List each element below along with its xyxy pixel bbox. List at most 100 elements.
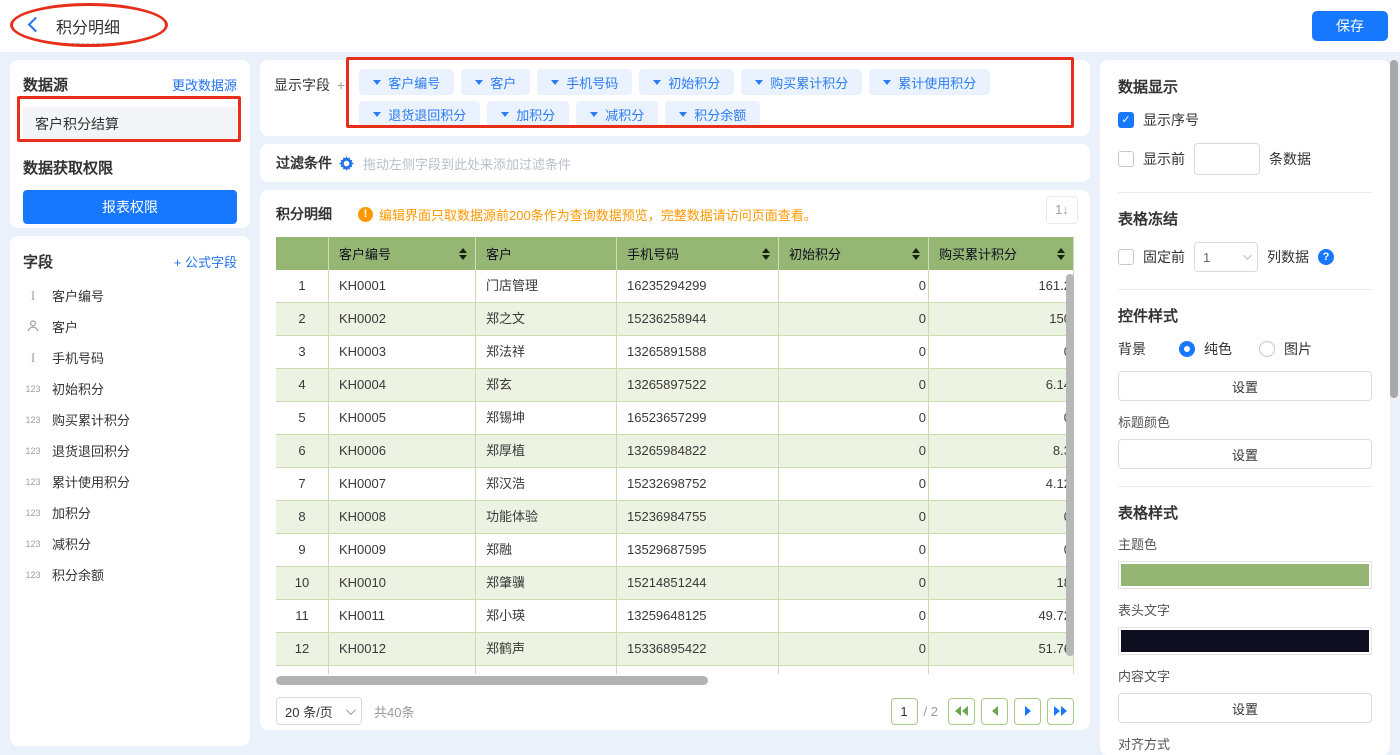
table-cell: 0 xyxy=(779,435,929,468)
top-bar: 积分明细 保存 xyxy=(0,0,1400,52)
next-page-button[interactable] xyxy=(1014,698,1041,725)
table-row[interactable]: 7KH0007郑汉浩1523269875204.12 xyxy=(276,468,1074,501)
first-page-button[interactable] xyxy=(948,698,975,725)
table-cell: 6.14 xyxy=(929,369,1074,402)
change-datasource-link[interactable]: 更改数据源 xyxy=(172,75,237,94)
display-field-chip[interactable]: 退货退回积分 xyxy=(359,101,480,127)
table-cell: KH0003 xyxy=(329,336,476,369)
theme-color-swatch[interactable] xyxy=(1118,561,1372,589)
table-cell: 16523657299 xyxy=(617,402,779,435)
display-field-chip[interactable]: 购买累计积分 xyxy=(741,69,862,95)
page-title: 积分明细 xyxy=(56,14,120,44)
table-row[interactable]: 6KH0006郑厚植1326598482208.3 xyxy=(276,435,1074,468)
table-vertical-scrollbar[interactable] xyxy=(1066,274,1074,656)
table-row[interactable]: 8KH0008功能体验1523698475500 xyxy=(276,501,1074,534)
table-cell: 161.2 xyxy=(929,270,1074,303)
table-horizontal-scrollbar[interactable] xyxy=(276,676,708,685)
table-cell: 郑融 xyxy=(476,534,617,567)
table-cell: KH0012 xyxy=(329,633,476,666)
title-color-set-button[interactable]: 设置 xyxy=(1118,439,1372,469)
image-radio[interactable] xyxy=(1259,341,1275,357)
last-page-button[interactable] xyxy=(1047,698,1074,725)
solid-color-radio[interactable] xyxy=(1179,341,1195,357)
show-first-checkbox[interactable] xyxy=(1118,151,1134,167)
add-formula-field-link[interactable]: + 公式字段 xyxy=(174,252,237,271)
table-cell: 郑厚植 xyxy=(476,435,617,468)
column-header[interactable]: 客户编号 xyxy=(329,237,476,270)
datasource-item[interactable]: 客户积分结算 xyxy=(23,107,237,141)
table-cell xyxy=(617,666,779,674)
column-header[interactable]: 手机号码 xyxy=(617,237,779,270)
display-field-chip[interactable]: 初始积分 xyxy=(639,69,734,95)
fix-columns-checkbox[interactable] xyxy=(1118,249,1134,265)
display-field-chip[interactable]: 累计使用积分 xyxy=(869,69,990,95)
table-header-row: 客户编号客户手机号码初始积分购买累计积分 xyxy=(276,237,1074,270)
permission-heading: 数据获取权限 xyxy=(23,157,237,178)
column-header[interactable]: 购买累计积分 xyxy=(929,237,1074,270)
field-item[interactable]: 客户 xyxy=(23,311,237,342)
header-text-swatch[interactable] xyxy=(1118,627,1372,655)
show-first-count-input[interactable] xyxy=(1194,143,1260,175)
report-permission-button[interactable]: 报表权限 xyxy=(23,190,237,224)
table-cell: 郑汉浩 xyxy=(476,468,617,501)
sort-icon[interactable] xyxy=(1057,248,1065,260)
page-size-select[interactable]: 20 条/页 xyxy=(276,697,362,725)
table-row[interactable]: 12KH0012郑鹤声15336895422051.76 xyxy=(276,633,1074,666)
sort-icon[interactable] xyxy=(912,248,920,260)
display-field-chip[interactable]: 客户编号 xyxy=(359,69,454,95)
field-item[interactable]: 123累计使用积分 xyxy=(23,466,237,497)
number-field-icon: 123 xyxy=(23,539,43,549)
field-label: 累计使用积分 xyxy=(52,472,130,491)
background-set-button[interactable]: 设置 xyxy=(1118,371,1372,401)
table-row[interactable]: 11KH0011郑小瑛13259648125049.72 xyxy=(276,600,1074,633)
chevron-down-icon xyxy=(755,80,763,85)
table-row[interactable]: 2KH0002郑之文152362589440150 xyxy=(276,303,1074,336)
back-icon[interactable] xyxy=(28,17,44,33)
fields-panel: 字段 + 公式字段 I客户编号客户I手机号码123初始积分123购买累计积分12… xyxy=(10,236,250,746)
table-cell: 13259648125 xyxy=(617,600,779,633)
table-row[interactable]: 9KH0009郑融1352968759500 xyxy=(276,534,1074,567)
table-cell xyxy=(329,666,476,674)
field-item[interactable]: I客户编号 xyxy=(23,280,237,311)
add-display-field-button[interactable]: + xyxy=(337,77,345,93)
window-scrollbar[interactable] xyxy=(1390,60,1398,398)
table-cell: KH0008 xyxy=(329,501,476,534)
field-item[interactable]: 123积分余额 xyxy=(23,559,237,590)
prev-page-button[interactable] xyxy=(981,698,1008,725)
table-row[interactable]: 4KH0004郑玄1326589752206.14 xyxy=(276,369,1074,402)
table-row[interactable]: 3KH0003郑法祥1326589158800 xyxy=(276,336,1074,369)
header-text-label: 表头文字 xyxy=(1118,600,1372,619)
column-header[interactable]: 初始积分 xyxy=(779,237,929,270)
display-field-chip[interactable]: 手机号码 xyxy=(537,69,632,95)
fix-count-select[interactable]: 1 xyxy=(1194,242,1258,272)
field-item[interactable]: 123减积分 xyxy=(23,528,237,559)
table-cell: KH0011 xyxy=(329,600,476,633)
field-item[interactable]: 123退货退回积分 xyxy=(23,435,237,466)
field-item[interactable]: 123加积分 xyxy=(23,497,237,528)
sort-icon[interactable] xyxy=(459,248,467,260)
display-field-chip[interactable]: 积分余额 xyxy=(665,101,760,127)
page-number-input[interactable]: 1 xyxy=(891,698,918,725)
field-item[interactable]: I手机号码 xyxy=(23,342,237,373)
divider xyxy=(1118,289,1372,290)
table-row[interactable]: 1KH0001门店管理162352942990161.2 xyxy=(276,270,1074,303)
table-body: 1KH0001门店管理162352942990161.22KH0002郑之文15… xyxy=(276,270,1074,666)
table-row[interactable]: 5KH0005郑锡坤1652365729900 xyxy=(276,402,1074,435)
field-item[interactable]: 123初始积分 xyxy=(23,373,237,404)
help-icon[interactable]: ? xyxy=(1318,249,1334,265)
content-text-set-button[interactable]: 设置 xyxy=(1118,693,1372,723)
display-field-chip[interactable]: 客户 xyxy=(461,69,530,95)
display-field-chip[interactable]: 加积分 xyxy=(487,101,569,127)
save-button[interactable]: 保存 xyxy=(1312,11,1388,41)
table-cell: 11 xyxy=(276,600,329,633)
gear-icon[interactable] xyxy=(339,156,354,171)
display-field-chip[interactable]: 减积分 xyxy=(576,101,658,127)
chevron-down-icon xyxy=(1243,251,1251,259)
field-item[interactable]: 123购买累计积分 xyxy=(23,404,237,435)
sort-icon[interactable] xyxy=(762,248,770,260)
table-sort-order-button[interactable]: 1↓ xyxy=(1046,196,1078,224)
show-seq-checkbox[interactable]: ✓ xyxy=(1118,112,1134,128)
table-cell: 8.3 xyxy=(929,435,1074,468)
table-row[interactable]: 10KH0010郑肇骥15214851244018 xyxy=(276,567,1074,600)
filter-panel[interactable]: 过滤条件 拖动左侧字段到此处来添加过滤条件 xyxy=(260,144,1090,182)
